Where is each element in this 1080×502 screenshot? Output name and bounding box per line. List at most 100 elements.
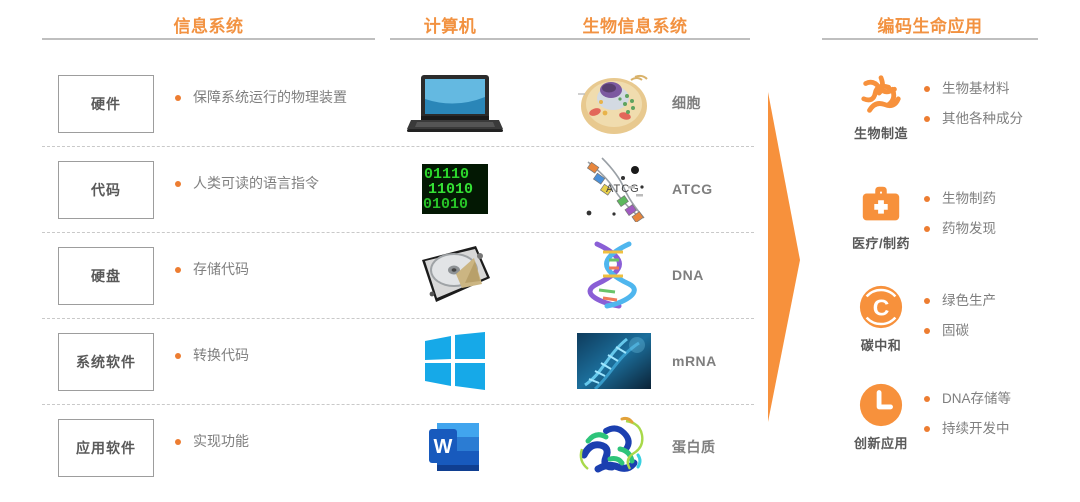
bullet-dot-icon — [175, 353, 181, 359]
svg-text:ATCG: ATCG — [606, 183, 640, 195]
layer-description: 保障系统运行的物理装置 — [175, 88, 380, 107]
binary-code-icon: 01110 11010 01010 — [422, 164, 488, 214]
bullet-dot-icon — [924, 86, 930, 92]
application-bullet-text: 持续开发中 — [942, 421, 1010, 436]
application-icon-group: 生物制造 — [850, 72, 912, 142]
bullet-dot-icon — [175, 267, 181, 273]
bio-cell — [560, 410, 668, 484]
application-bullet: 持续开发中 — [924, 420, 1074, 437]
bullet-dot-icon — [924, 226, 930, 232]
application-bullet-text: 固碳 — [942, 323, 969, 338]
application-bullet-text: 其他各种成分 — [942, 111, 1023, 126]
carbon-circle-icon: C — [859, 285, 903, 329]
application-row: 医疗/制药 生物制药 药物发现 — [820, 180, 1080, 280]
svg-text:01010: 01010 — [423, 196, 468, 213]
application-icon-group: C 碳中和 — [850, 284, 912, 354]
application-bullet: 药物发现 — [924, 220, 1074, 237]
application-bullet-text: 生物基材料 — [942, 81, 1010, 96]
matrix-row: 应用软件 实现功能 W 蛋白质 — [0, 404, 760, 490]
computer-cell: W — [395, 410, 515, 484]
hard-disk-icon — [422, 246, 490, 302]
layer-description-text: 实现功能 — [193, 433, 249, 449]
application-name: 创新应用 — [853, 436, 908, 451]
bacteria-icon — [861, 75, 901, 113]
application-bullet-text: DNA存储等 — [942, 391, 1012, 406]
column-header-computer: 计算机 — [423, 17, 477, 36]
protein-icon — [579, 416, 644, 473]
application-icon-group: 创新应用 — [850, 382, 912, 452]
layer-description: 实现功能 — [175, 432, 380, 451]
application-name: 生物制造 — [853, 126, 908, 141]
medical-kit-icon — [862, 186, 900, 221]
column-header-information-system: 信息系统 — [173, 17, 244, 36]
bio-label: DNA — [672, 267, 704, 283]
windows-logo-icon — [425, 332, 485, 390]
computer-cell: 01110 11010 01010 — [395, 152, 515, 226]
layer-description: 人类可读的语言指令 — [175, 174, 380, 193]
dna-helix-icon — [587, 241, 637, 309]
application-bullet-text: 生物制药 — [942, 191, 996, 206]
application-bullet: 生物制药 — [924, 190, 1074, 207]
bio-cell: ATCG — [560, 152, 668, 226]
bullet-dot-icon — [924, 196, 930, 202]
application-name: 医疗/制药 — [851, 236, 911, 251]
header-rule-1 — [42, 38, 375, 40]
slide-root: 信息系统 计算机 生物信息系统 编码生命应用 硬件 保障系统运行的物理装置 细胞… — [0, 0, 1080, 502]
bullet-dot-icon — [924, 426, 930, 432]
layer-tag-box: 硬件 — [58, 75, 154, 133]
application-bullet: 生物基材料 — [924, 80, 1074, 97]
bio-cell — [560, 324, 668, 398]
application-bullets: 绿色生产 固碳 — [924, 292, 1074, 352]
header-rule-2 — [390, 38, 750, 40]
layer-description-text: 保障系统运行的物理装置 — [193, 89, 347, 105]
cell-icon — [578, 74, 648, 134]
layer-description: 转换代码 — [175, 346, 380, 365]
application-name: 碳中和 — [860, 338, 902, 353]
right-arrow-shape — [768, 92, 800, 422]
matrix-row: 硬件 保障系统运行的物理装置 细胞 — [0, 60, 760, 146]
computer-cell — [395, 324, 515, 398]
layer-description-text: 人类可读的语言指令 — [193, 175, 319, 191]
application-bullets: 生物基材料 其他各种成分 — [924, 80, 1074, 140]
layer-tag-box: 代码 — [58, 161, 154, 219]
laptop-icon — [407, 75, 503, 132]
application-row: 创新应用 DNA存储等 持续开发中 — [820, 380, 1080, 480]
application-bullet: 固碳 — [924, 322, 1074, 339]
bio-cell — [560, 66, 668, 140]
svg-text:C: C — [873, 295, 890, 321]
application-icon-group: 医疗/制药 — [850, 182, 912, 252]
clock-icon — [859, 383, 903, 427]
computer-cell — [395, 238, 515, 312]
bullet-dot-icon — [175, 95, 181, 101]
application-row: 生物制造 生物基材料 其他各种成分 — [820, 70, 1080, 170]
layer-tag-box: 硬盘 — [58, 247, 154, 305]
bullet-dot-icon — [924, 396, 930, 402]
bio-label: mRNA — [672, 353, 717, 369]
bullet-dot-icon — [175, 181, 181, 187]
application-bullets: 生物制药 药物发现 — [924, 190, 1074, 250]
bullet-dot-icon — [175, 439, 181, 445]
svg-text:W: W — [434, 436, 453, 458]
application-bullets: DNA存储等 持续开发中 — [924, 390, 1074, 450]
matrix-row: 硬盘 存储代码 DNA — [0, 232, 760, 318]
application-bullet-text: 绿色生产 — [942, 293, 996, 308]
mrna-icon — [577, 333, 651, 389]
bio-label: 细胞 — [672, 95, 701, 111]
bullet-dot-icon — [924, 116, 930, 122]
layer-tag-box: 系统软件 — [58, 333, 154, 391]
computer-cell — [395, 66, 515, 140]
column-header-coded-life-applications: 编码生命应用 — [877, 17, 983, 36]
layer-description-text: 转换代码 — [193, 347, 249, 363]
bio-cell — [560, 238, 668, 312]
atcg-icon: ATCG — [586, 157, 645, 222]
matrix-row: 代码 人类可读的语言指令 01110 11010 01010 ATCG ATCG — [0, 146, 760, 232]
bio-label: 蛋白质 — [672, 439, 716, 455]
header-rule-3 — [822, 38, 1038, 40]
application-bullet-text: 药物发现 — [942, 221, 996, 236]
application-row: C 碳中和 绿色生产 固碳 — [820, 282, 1080, 382]
bullet-dot-icon — [924, 298, 930, 304]
word-logo-icon: W — [429, 423, 479, 471]
application-bullet: DNA存储等 — [924, 390, 1074, 407]
layer-description: 存储代码 — [175, 260, 380, 279]
column-header-bio-information-system: 生物信息系统 — [582, 17, 688, 36]
